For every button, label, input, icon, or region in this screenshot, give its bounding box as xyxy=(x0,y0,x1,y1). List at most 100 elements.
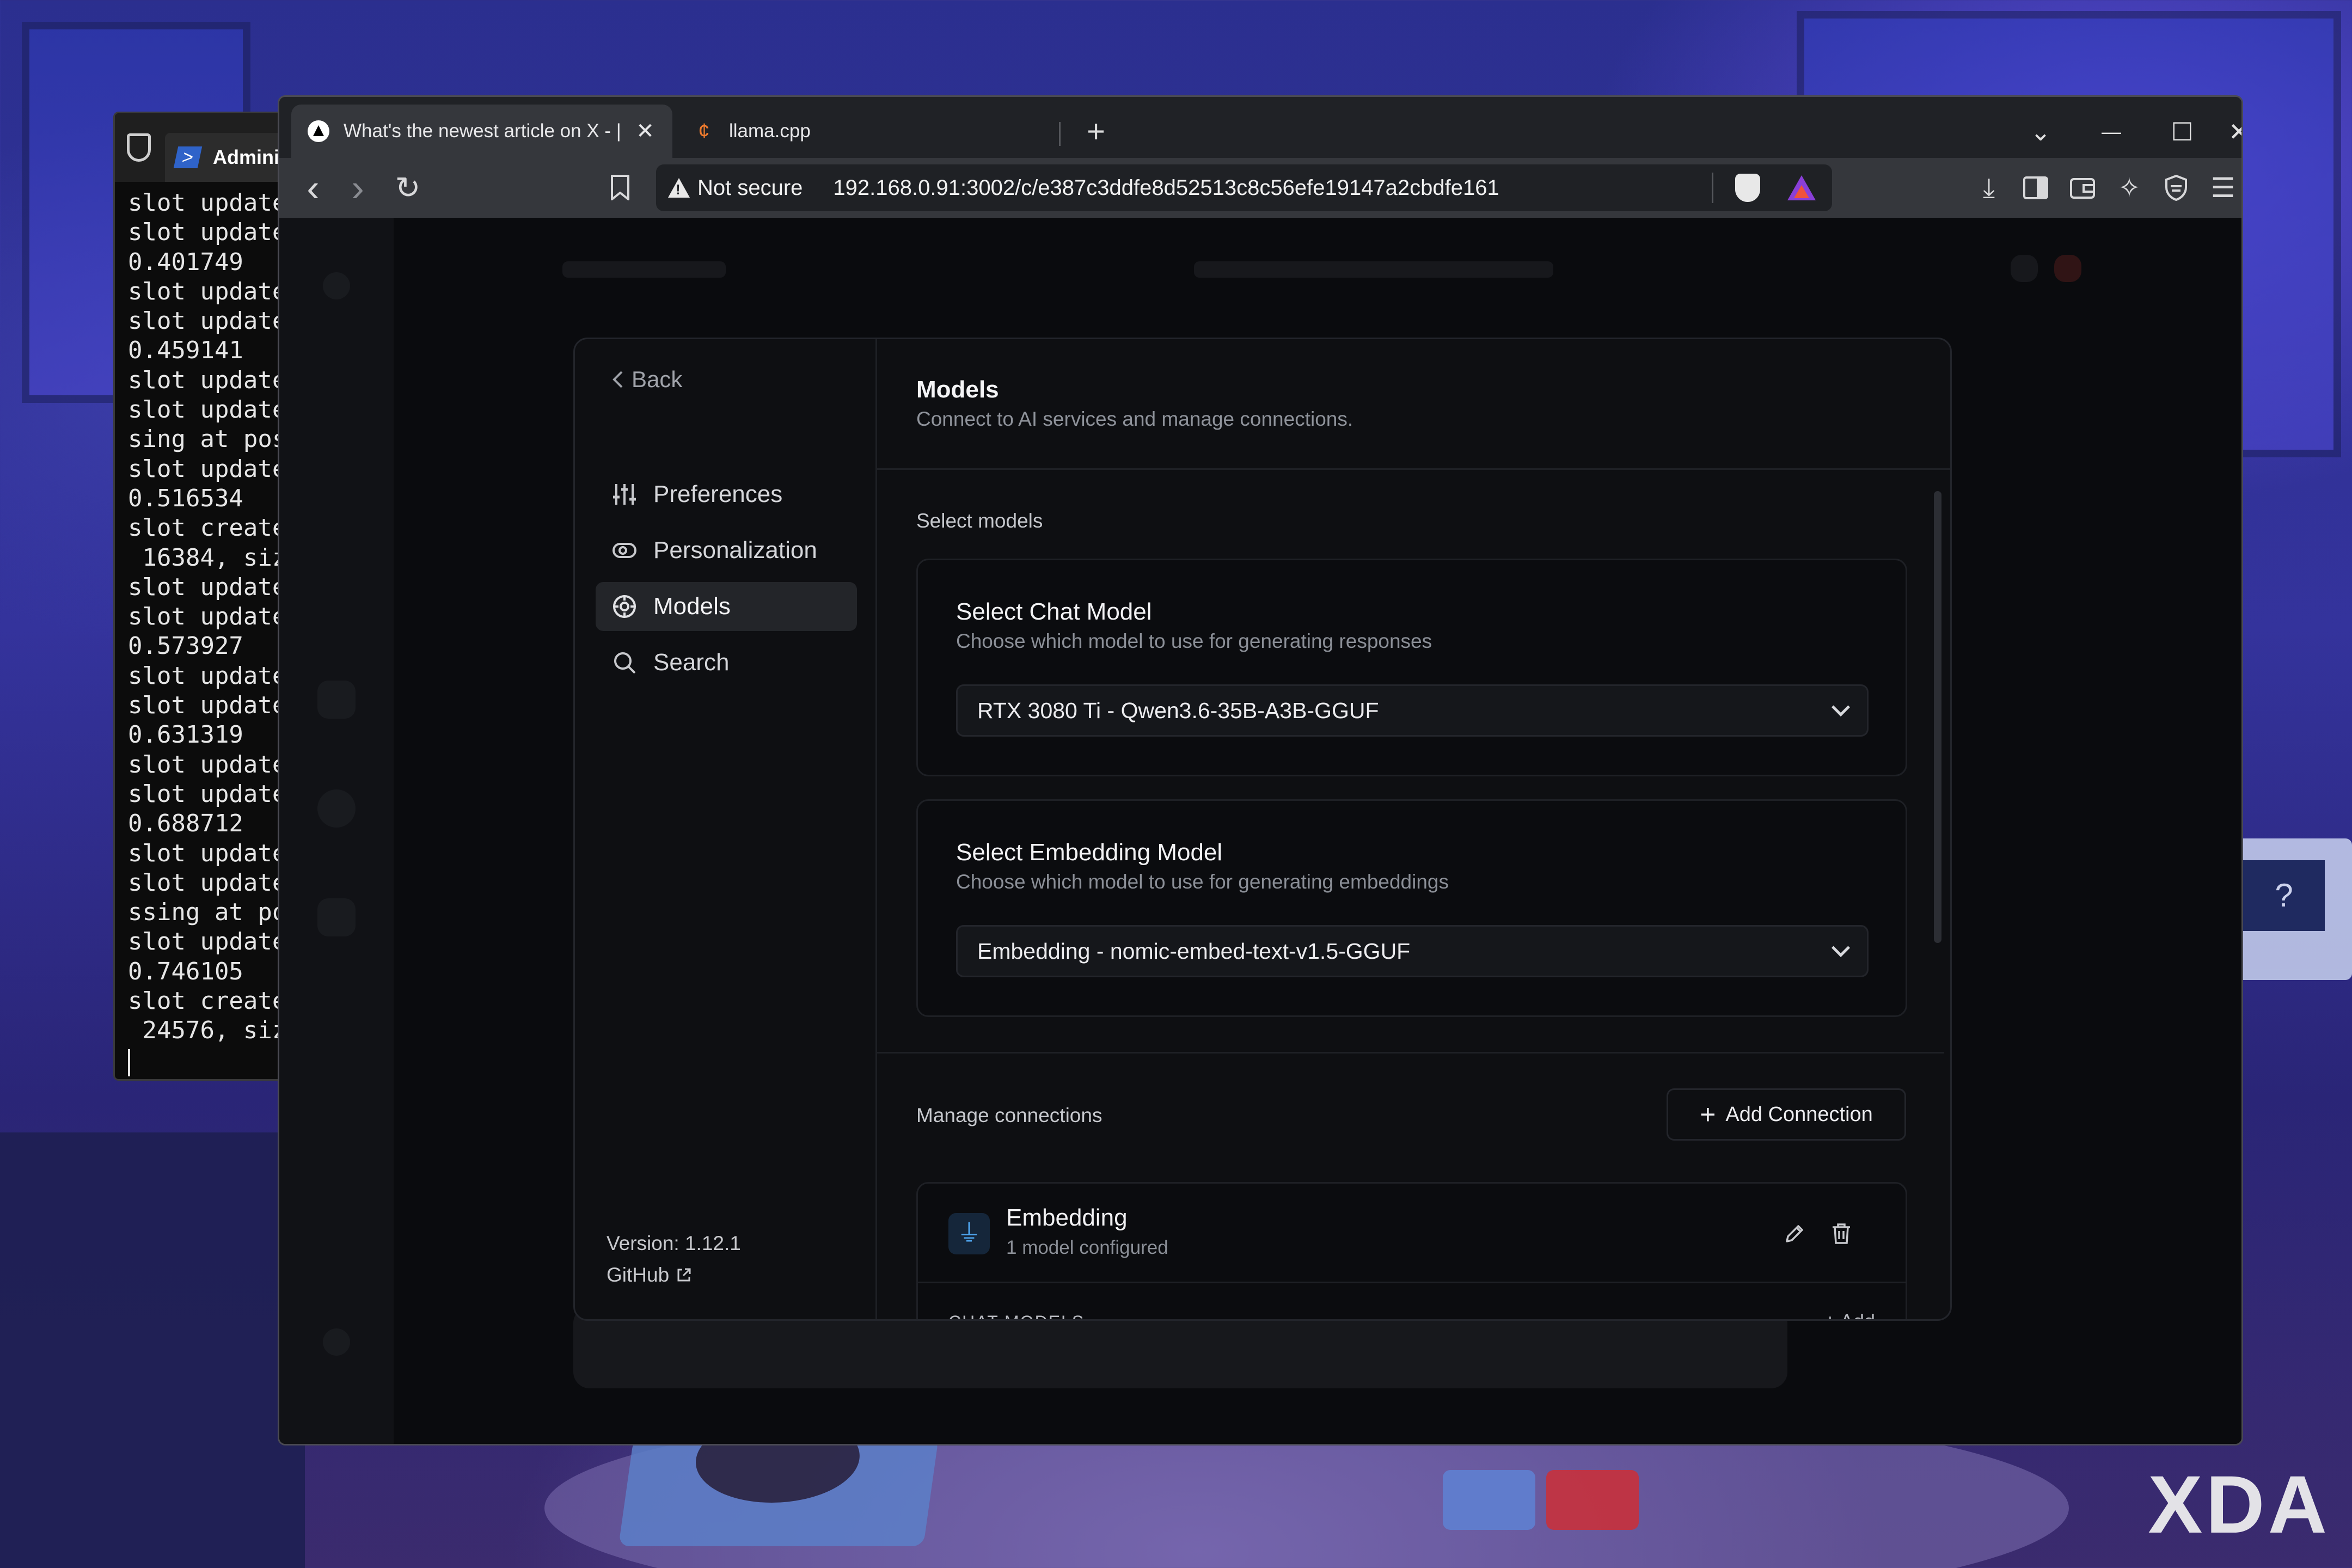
terminal-cursor xyxy=(128,1049,130,1076)
back-label: Back xyxy=(632,366,683,392)
github-label: GitHub xyxy=(607,1264,670,1286)
settings-modal: Back Preferences Personalization Models … xyxy=(573,338,1952,1321)
page-title: Models xyxy=(916,376,999,403)
settings-main: Models Connect to AI services and manage… xyxy=(877,339,1950,1319)
models-icon xyxy=(612,594,637,619)
nav-item-search[interactable]: Search xyxy=(596,638,857,687)
embedding-model-card: Select Embedding Model Choose which mode… xyxy=(916,799,1907,1017)
chat-model-description: Choose which model to use for generating… xyxy=(956,630,1432,652)
tab-title: llama.cpp xyxy=(729,120,811,142)
brave-shields-icon[interactable] xyxy=(1735,174,1760,202)
page-viewport: Back Preferences Personalization Models … xyxy=(279,218,2241,1444)
terminal-tab-title: Admini xyxy=(213,146,279,168)
browser-toolbar: ‹ › ↻ Not secure 192.168.0.91:3002/c/e38… xyxy=(279,158,2241,218)
bookmark-button[interactable] xyxy=(598,166,642,210)
tab-title: What's the newest article on X - | xyxy=(344,120,620,142)
tab-inactive[interactable]: ¢ llama.cpp xyxy=(677,105,1069,158)
embedding-model-title: Select Embedding Model xyxy=(956,839,1223,866)
chat-model-select[interactable]: RTX 3080 Ti - Qwen3.6-35B-A3B-GGUF xyxy=(956,684,1869,737)
settings-scroll-area[interactable]: Select models Select Chat Model Choose w… xyxy=(877,471,1950,1319)
terminal-tab[interactable]: > Admini xyxy=(165,133,290,182)
embedding-model-description: Choose which model to use for generating… xyxy=(956,871,1449,893)
nav-item-label: Preferences xyxy=(653,481,783,507)
trash-icon[interactable] xyxy=(1825,1217,1858,1250)
version-label: Version: 1.12.1 xyxy=(607,1232,741,1254)
nav-item-label: Search xyxy=(653,649,730,676)
section-label-select-models: Select models xyxy=(916,510,1043,532)
page-subtitle: Connect to AI services and manage connec… xyxy=(916,408,1353,430)
section-divider xyxy=(877,1052,1944,1054)
connection-summary: 1 model configured xyxy=(1006,1237,1168,1258)
nav-item-label: Models xyxy=(653,593,731,620)
new-tab-button[interactable]: + xyxy=(1074,110,1118,154)
security-label[interactable]: Not secure xyxy=(697,176,803,200)
llama-icon: ¢ xyxy=(698,120,710,143)
github-link[interactable]: GitHub xyxy=(607,1264,692,1287)
embedding-model-value: Embedding - nomic-embed-text-v1.5-GGUF xyxy=(977,938,1411,964)
scrollbar-thumb[interactable] xyxy=(1934,491,1941,943)
chat-models-label: CHAT MODELS xyxy=(948,1312,1085,1319)
external-link-icon xyxy=(677,1268,691,1282)
embedding-model-select[interactable]: Embedding - nomic-embed-text-v1.5-GGUF xyxy=(956,925,1869,977)
wallpaper-desk xyxy=(0,1132,305,1568)
address-bar[interactable]: Not secure 192.168.0.91:3002/c/e387c3ddf… xyxy=(656,164,1832,211)
menu-icon[interactable]: ☰ xyxy=(2201,166,2241,210)
forward-button[interactable]: › xyxy=(336,166,379,210)
chat-model-value: RTX 3080 Ti - Qwen3.6-35B-A3B-GGUF xyxy=(977,697,1379,723)
chat-model-title: Select Chat Model xyxy=(956,598,1152,625)
connection-divider xyxy=(918,1282,1906,1283)
tab-strip: What's the newest article on X - | ✕ ¢ l… xyxy=(279,97,2241,158)
monitor-glyph: ? xyxy=(2243,860,2325,931)
settings-header: Models Connect to AI services and manage… xyxy=(877,339,1950,470)
add-connection-button[interactable]: + Add Connection xyxy=(1667,1088,1906,1141)
bookmark-icon xyxy=(611,175,629,200)
nav-item-label: Personalization xyxy=(653,537,817,564)
shield-icon xyxy=(127,133,151,162)
tab-list-button[interactable]: ⌄ xyxy=(2016,110,2065,154)
chevron-left-icon xyxy=(612,371,623,388)
url-text[interactable]: 192.168.0.91:3002/c/e387c3ddfe8d52513c8c… xyxy=(833,176,1712,200)
toggle-icon xyxy=(612,538,637,563)
vpn-shield-icon[interactable] xyxy=(2154,166,2198,210)
wallpaper-turntable xyxy=(618,1416,939,1546)
nav-item-personalization[interactable]: Personalization xyxy=(596,526,857,575)
app-sidebar-dimmed xyxy=(279,218,394,1444)
download-icon[interactable]: ⤓ xyxy=(1967,166,2011,210)
brave-rewards-icon[interactable] xyxy=(1787,175,1816,200)
close-tab-icon[interactable]: ✕ xyxy=(634,119,656,144)
wallpaper-pedal xyxy=(1443,1470,1535,1530)
tab-separator xyxy=(1059,122,1061,146)
minimize-button[interactable]: — xyxy=(2087,110,2136,154)
maximize-button[interactable]: ☐ xyxy=(2158,110,2207,154)
ai-triangle-icon xyxy=(308,120,329,142)
wallpaper-pedal xyxy=(1546,1470,1639,1530)
url-divider xyxy=(1712,173,1713,203)
connection-card: ⏚ Embedding 1 model configured CHAT MODE… xyxy=(916,1182,1907,1319)
back-button[interactable]: ‹ xyxy=(291,166,335,210)
edit-icon[interactable] xyxy=(1778,1217,1811,1250)
nav-item-preferences[interactable]: Preferences xyxy=(596,470,857,519)
chat-model-card: Select Chat Model Choose which model to … xyxy=(916,559,1907,776)
powershell-icon: > xyxy=(173,146,203,168)
close-window-button[interactable]: ✕ xyxy=(2228,110,2241,154)
nav-item-models[interactable]: Models xyxy=(596,582,857,631)
settings-nav: Back Preferences Personalization Models … xyxy=(575,339,877,1319)
sidebar-icon[interactable] xyxy=(2014,166,2057,210)
sliders-icon xyxy=(612,482,637,507)
leo-ai-icon[interactable]: ✧ xyxy=(2108,166,2151,210)
warning-icon xyxy=(668,177,690,199)
section-label-manage-connections: Manage connections xyxy=(916,1104,1102,1126)
tab-active[interactable]: What's the newest article on X - | ✕ xyxy=(291,105,672,158)
wallet-icon[interactable] xyxy=(2061,166,2104,210)
search-icon xyxy=(612,650,637,675)
browser-window: What's the newest article on X - | ✕ ¢ l… xyxy=(278,95,2243,1445)
chevron-down-icon xyxy=(1832,698,1850,716)
add-chat-model-button[interactable]: + Add xyxy=(1824,1310,1875,1319)
plug-icon: ⏚ xyxy=(948,1213,990,1254)
chevron-down-icon xyxy=(1832,939,1850,957)
reload-button[interactable]: ↻ xyxy=(386,166,430,210)
back-link[interactable]: Back xyxy=(611,366,682,393)
connection-name: Embedding xyxy=(1006,1204,1128,1231)
add-connection-label: Add Connection xyxy=(1725,1102,1873,1126)
plus-icon: + xyxy=(1700,1099,1716,1130)
